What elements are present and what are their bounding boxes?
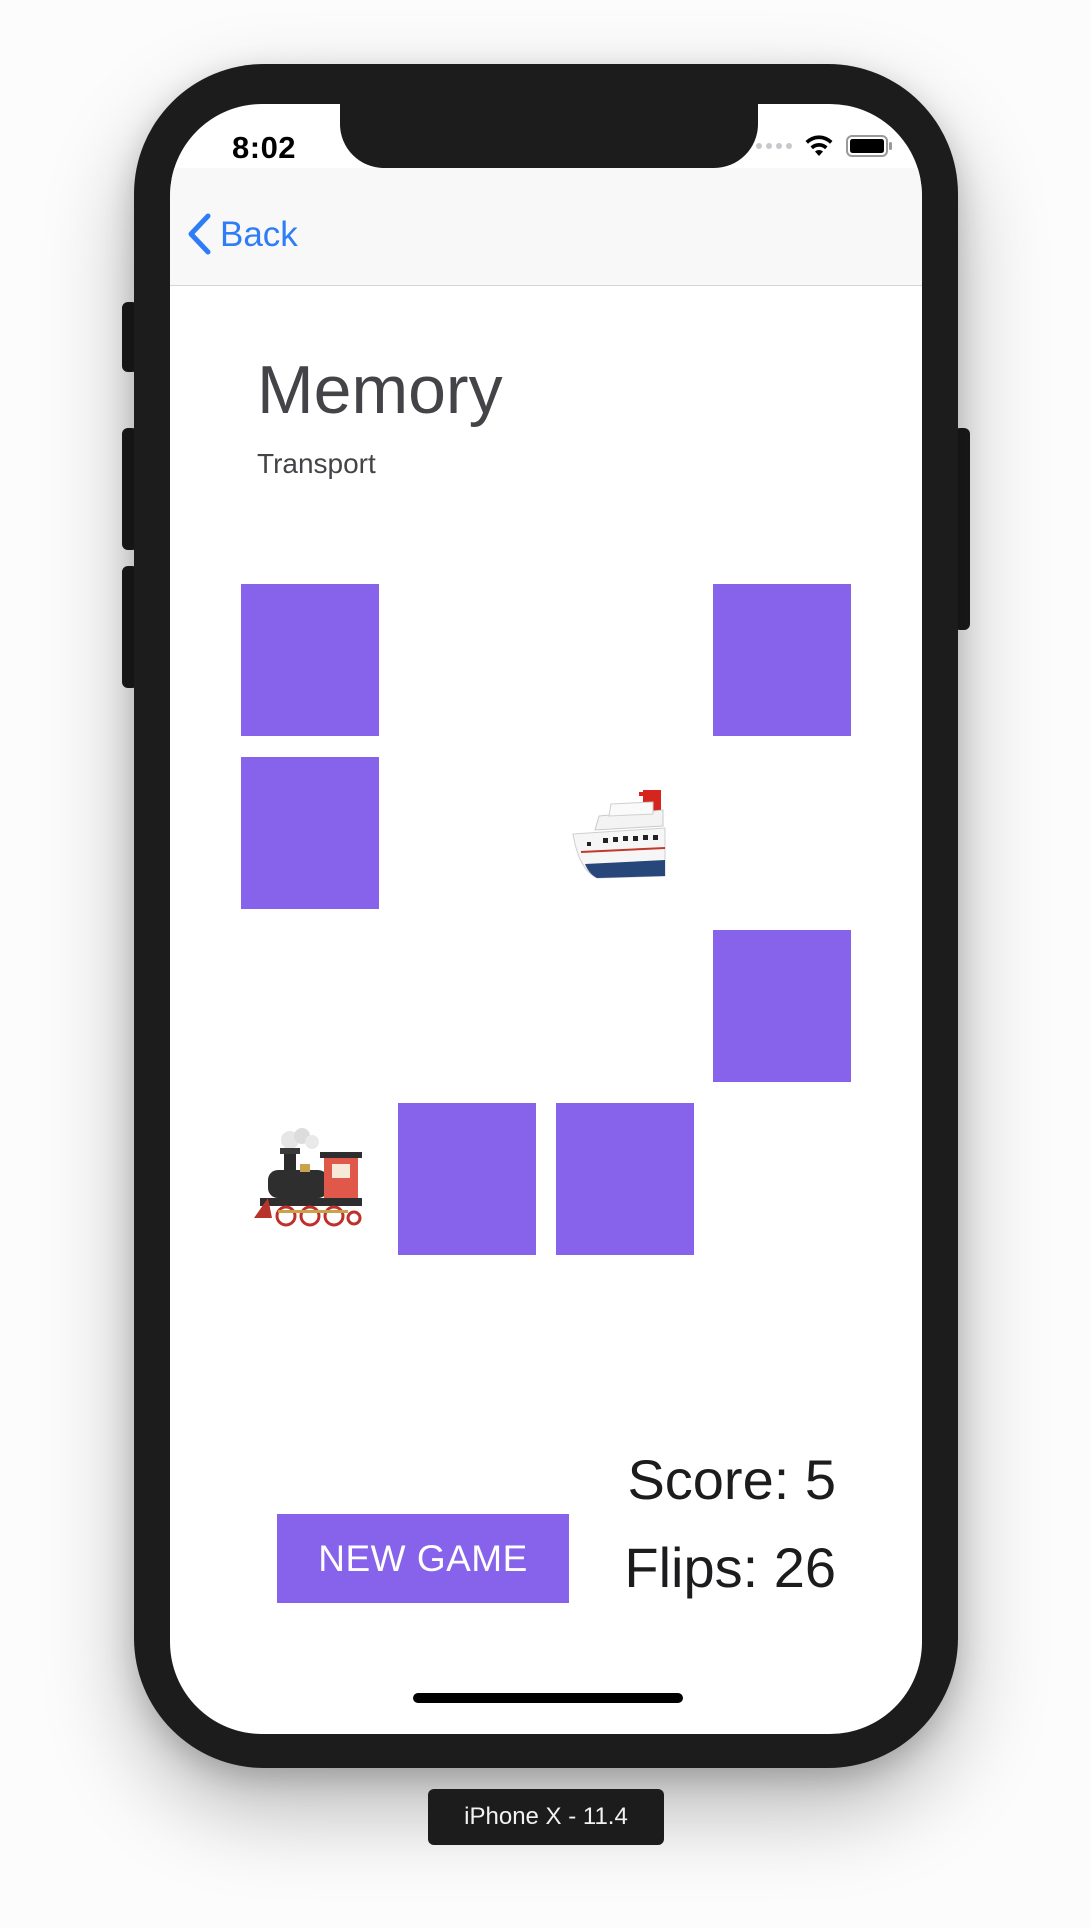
memory-card[interactable] [241, 757, 379, 909]
score-label: Score: 5 [627, 1448, 836, 1511]
new-game-button[interactable]: NEW GAME [277, 1514, 569, 1603]
memory-card[interactable] [713, 930, 851, 1082]
status-time: 8:02 [232, 130, 297, 165]
page-title: Memory [257, 352, 503, 428]
home-indicator[interactable] [413, 1693, 683, 1703]
memory-card[interactable] [241, 584, 379, 736]
back-button[interactable]: Back [186, 213, 298, 255]
chevron-left-icon [188, 213, 211, 255]
flips-label: Flips: 26 [624, 1536, 836, 1599]
theme-subtitle: Transport [257, 448, 376, 479]
memory-card[interactable] [713, 584, 851, 736]
memory-card-locomotive[interactable] [241, 1103, 379, 1255]
back-label: Back [220, 214, 298, 254]
locomotive-icon [254, 1128, 362, 1227]
memory-card[interactable] [398, 1103, 536, 1255]
notch [340, 104, 758, 168]
wifi-icon [805, 135, 833, 156]
battery-icon [846, 135, 892, 157]
simulator-stage: 8:02 Back Memory Transport NEW GAME Scor… [0, 0, 1090, 1928]
phone-screen: 8:02 Back Memory Transport NEW GAME Scor… [170, 104, 922, 1734]
status-icons [756, 134, 894, 158]
memory-card[interactable] [556, 1103, 694, 1255]
navigation-bar: Back [170, 168, 922, 286]
cellular-signal-icon [756, 143, 792, 149]
simulator-device-label: iPhone X - 11.4 [428, 1789, 664, 1845]
ship-icon [572, 790, 666, 879]
memory-card-ship[interactable] [556, 757, 694, 909]
